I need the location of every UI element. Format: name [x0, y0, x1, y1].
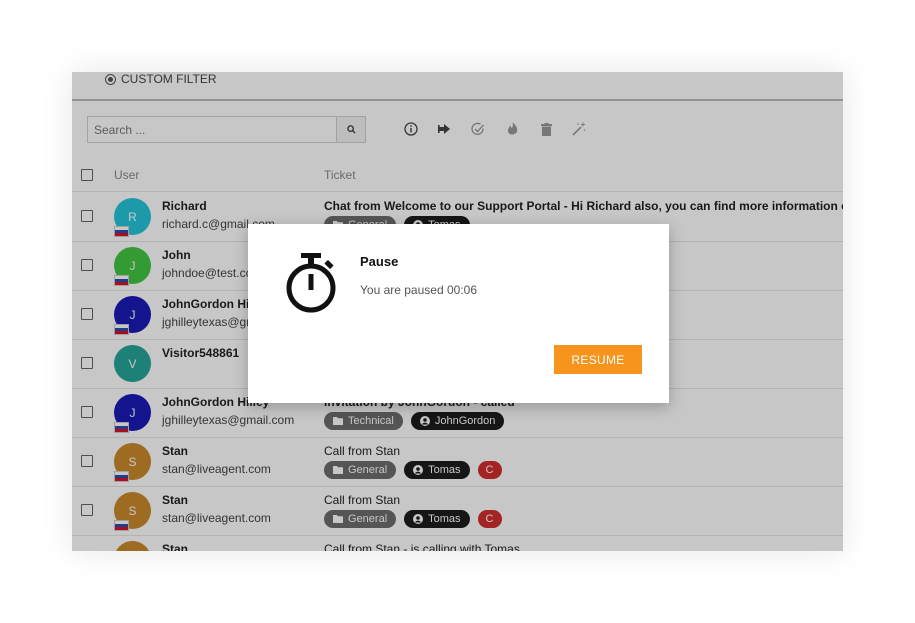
- pause-message: You are paused 00:06: [360, 283, 477, 297]
- dialog-title: Pause: [360, 254, 399, 269]
- resume-button[interactable]: RESUME: [554, 345, 642, 374]
- stopwatch-icon: [286, 253, 336, 313]
- pause-dialog: Pause You are paused 00:06 RESUME: [248, 224, 669, 403]
